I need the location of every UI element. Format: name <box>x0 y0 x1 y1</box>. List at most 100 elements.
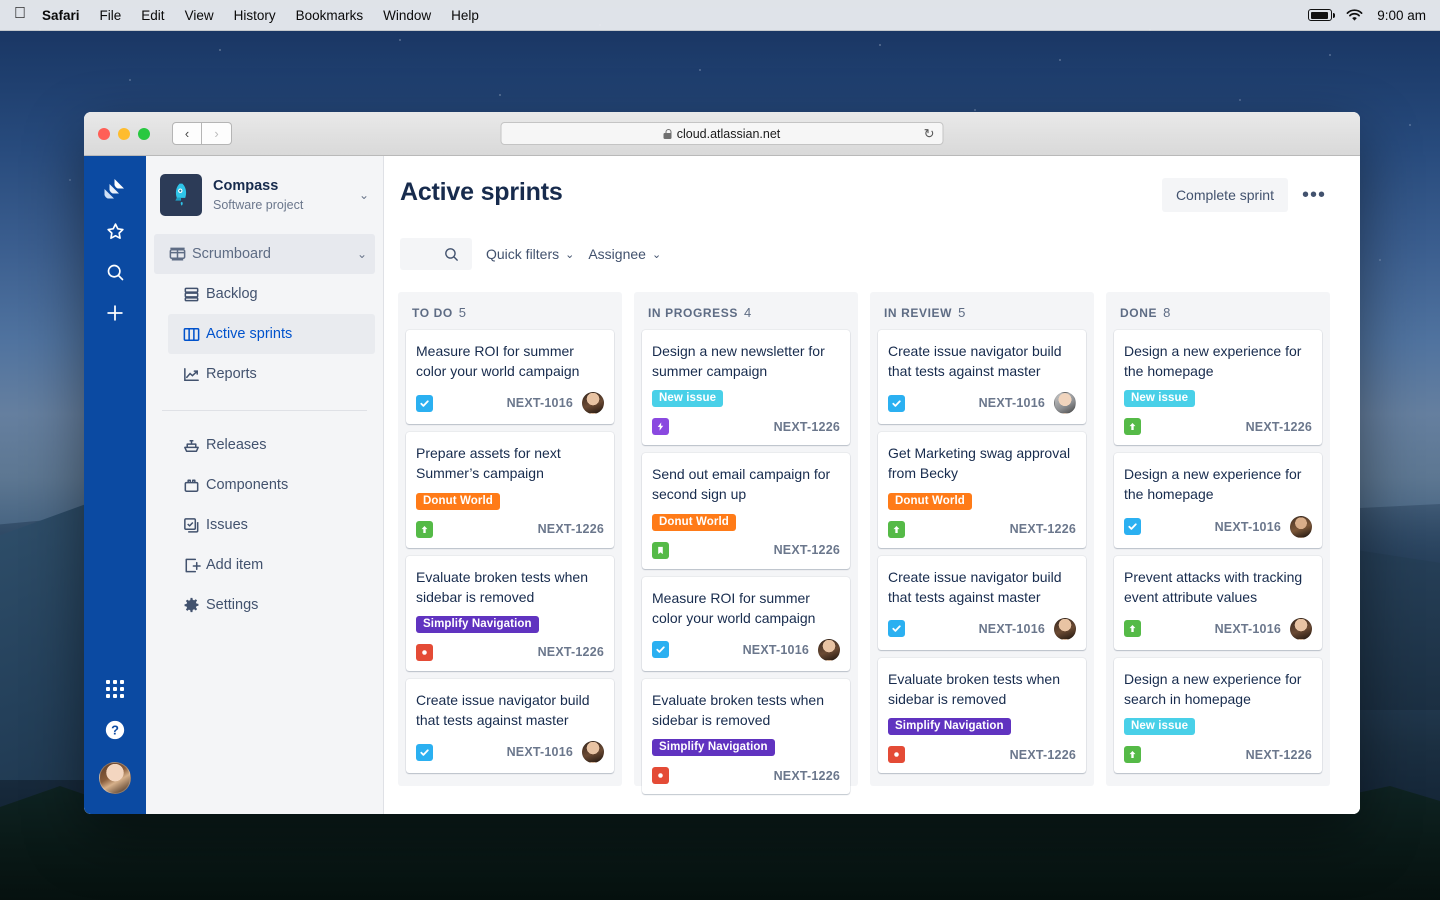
assignee-avatar[interactable] <box>1290 617 1312 640</box>
assignee-avatar[interactable] <box>818 638 840 661</box>
issue-card[interactable]: Evaluate broken tests when sidebar is re… <box>642 678 850 795</box>
issue-card-footer: NEXT-1226 <box>652 418 840 436</box>
sidebar-item-settings[interactable]: Settings <box>168 585 375 625</box>
issue-card[interactable]: Send out email campaign for second sign … <box>642 453 850 569</box>
chevron-down-icon: ⌄ <box>651 248 662 261</box>
issue-card[interactable]: Design a new experience for search in ho… <box>1114 657 1322 774</box>
issue-type-task-icon <box>888 394 905 412</box>
wifi-icon[interactable] <box>1346 8 1363 22</box>
issue-card-footer: NEXT-1016 <box>416 741 604 764</box>
jira-logo-icon[interactable] <box>97 172 133 208</box>
issue-card[interactable]: Create issue navigator build that tests … <box>878 330 1086 425</box>
menu-item-file[interactable]: File <box>100 8 122 23</box>
issue-card[interactable]: Design a new experience for the homepage… <box>1114 453 1322 548</box>
svg-text:?: ? <box>111 723 119 738</box>
search-icon[interactable] <box>97 254 133 290</box>
issue-type-bug-icon <box>416 643 433 661</box>
sidebar-item-scrumboard[interactable]: Scrumboard ⌄ <box>154 234 375 274</box>
url-text: cloud.atlassian.net <box>676 126 781 141</box>
project-sidebar: Compass Software project ⌄ Scrumboard ⌄ <box>146 156 384 814</box>
menu-item-safari[interactable]: Safari <box>42 8 80 23</box>
issue-key: NEXT-1226 <box>773 768 840 783</box>
assignee-avatar[interactable] <box>1054 617 1076 640</box>
sidebar-item-label: Add item <box>206 557 264 573</box>
issue-card[interactable]: Get Marketing swag approval from Becky Do… <box>878 432 1086 548</box>
issue-card-footer: NEXT-1016 <box>1124 515 1312 538</box>
menu-item-bookmarks[interactable]: Bookmarks <box>296 8 364 23</box>
ship-icon <box>176 436 206 455</box>
plus-icon[interactable] <box>97 295 133 331</box>
forward-button[interactable]: › <box>202 122 232 145</box>
project-header[interactable]: Compass Software project ⌄ <box>146 174 383 216</box>
menu-item-history[interactable]: History <box>234 8 276 23</box>
menu-item-edit[interactable]: Edit <box>141 8 164 23</box>
issue-type-bug-icon <box>652 767 669 785</box>
issue-type-task-icon <box>1124 518 1141 536</box>
complete-sprint-button[interactable]: Complete sprint <box>1161 178 1288 212</box>
issue-card[interactable]: Evaluate broken tests when sidebar is re… <box>878 657 1086 774</box>
filter-bar: Quick filters ⌄ Assignee ⌄ <box>384 212 1360 270</box>
assignee-dropdown[interactable]: Assignee ⌄ <box>588 246 661 262</box>
issue-title: Measure ROI for summer color your world … <box>416 343 580 380</box>
menu-item-window[interactable]: Window <box>383 8 431 23</box>
issue-title: Measure ROI for summer color your world … <box>652 589 816 626</box>
issue-key: NEXT-1226 <box>1009 522 1076 537</box>
issue-label: New issue <box>1124 718 1196 736</box>
star-icon[interactable] <box>97 213 133 249</box>
close-icon[interactable] <box>98 127 110 140</box>
issue-type-bookmark-icon <box>652 541 669 559</box>
chevron-down-icon[interactable]: ⌄ <box>357 247 367 261</box>
issue-card[interactable]: Prepare assets for next Summer’s campaig… <box>406 432 614 548</box>
issue-card[interactable]: Evaluate broken tests when sidebar is re… <box>406 555 614 671</box>
sidebar-item-releases[interactable]: Releases <box>168 425 375 465</box>
issue-card[interactable]: Measure ROI for summer color your world … <box>642 576 850 671</box>
issue-key: NEXT-1226 <box>537 645 604 660</box>
sidebar-item-add-item[interactable]: Add item <box>168 545 375 585</box>
issue-card[interactable]: Measure ROI for summer color your world … <box>406 330 614 425</box>
page-viewport: ? Compass Software project ⌄ Scrumboard … <box>84 156 1360 814</box>
sidebar-item-issues[interactable]: Issues <box>168 505 375 545</box>
profile-avatar[interactable] <box>99 762 131 794</box>
assignee-avatar[interactable] <box>582 741 604 764</box>
issue-card[interactable]: Prevent attacks with tracking event attr… <box>1114 555 1322 650</box>
address-bar[interactable]: cloud.atlassian.net ↻ <box>500 122 944 145</box>
columns-icon <box>176 325 206 344</box>
reload-icon[interactable]: ↻ <box>924 126 935 142</box>
issue-card[interactable]: Design a new newsletter for summer campa… <box>642 330 850 446</box>
assignee-avatar[interactable] <box>1054 392 1076 415</box>
issue-label: Donut World <box>416 492 500 510</box>
menu-item-view[interactable]: View <box>185 8 214 23</box>
back-button[interactable]: ‹ <box>172 122 202 145</box>
quick-filters-dropdown[interactable]: Quick filters ⌄ <box>486 246 574 262</box>
issue-type-task-icon <box>416 394 433 412</box>
issue-label: Simplify Navigation <box>888 718 1011 736</box>
menu-item-help[interactable]: Help <box>451 8 479 23</box>
clock[interactable]: 9:00 am <box>1377 8 1426 23</box>
issue-title: Design a new newsletter for summer campa… <box>652 343 825 380</box>
zoom-icon[interactable] <box>138 127 150 140</box>
app-switcher-icon[interactable] <box>97 671 133 707</box>
apple-icon[interactable]:  <box>14 6 26 22</box>
issue-card[interactable]: Design a new experience for the homepage… <box>1114 330 1322 446</box>
sidebar-item-components[interactable]: Components <box>168 465 375 505</box>
sidebar-item-backlog[interactable]: Backlog <box>168 274 375 314</box>
project-name: Compass <box>213 178 279 195</box>
issue-card[interactable]: Create issue navigator build that tests … <box>878 555 1086 650</box>
sidebar-item-active-sprints[interactable]: Active sprints <box>168 314 375 354</box>
issue-card-footer: NEXT-1226 <box>1124 746 1312 764</box>
more-actions-button[interactable]: ••• <box>1294 183 1334 207</box>
help-icon[interactable]: ? <box>97 712 133 748</box>
battery-icon[interactable] <box>1308 9 1336 21</box>
search-input[interactable] <box>400 238 472 270</box>
sidebar-item-reports[interactable]: Reports <box>168 354 375 394</box>
assignee-avatar[interactable] <box>1290 515 1312 538</box>
sidebar-item-label: Backlog <box>206 286 258 302</box>
board-column: DONE 8 Design a new experience for the hom… <box>1106 292 1330 786</box>
chevron-down-icon[interactable]: ⌄ <box>359 188 369 202</box>
issue-card[interactable]: Create issue navigator build that tests … <box>406 678 614 774</box>
issue-key: NEXT-1226 <box>1009 747 1076 762</box>
minimize-icon[interactable] <box>118 127 130 140</box>
assignee-avatar[interactable] <box>582 392 604 415</box>
safari-titlebar: ‹ › cloud.atlassian.net ↻ <box>84 112 1360 156</box>
board-area: Active sprints Complete sprint ••• Quick… <box>384 156 1360 814</box>
